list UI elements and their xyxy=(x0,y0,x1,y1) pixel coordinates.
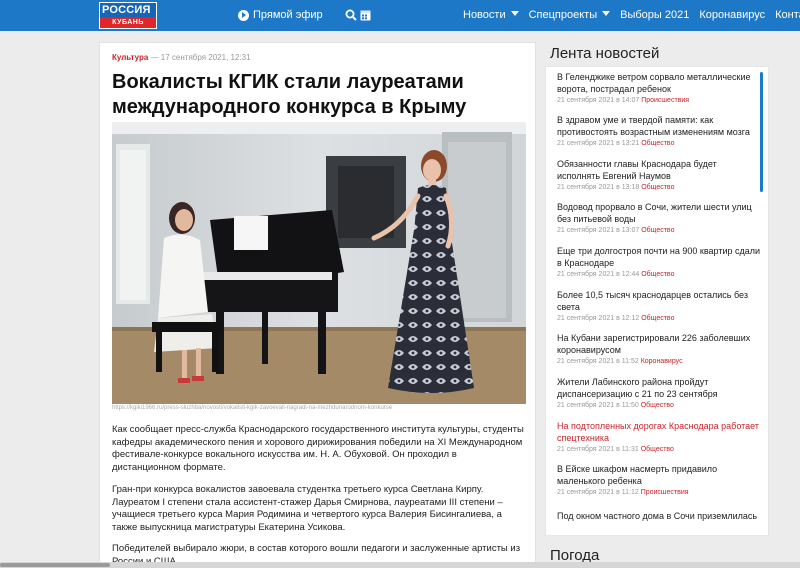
news-feed: В Геленджике ветром сорвало металлически… xyxy=(545,66,769,536)
news-item-meta: 21 сентября 2021 в 14:07 Происшествия xyxy=(557,97,762,104)
news-item[interactable]: Под окном частного дома в Сочи приземлил… xyxy=(557,511,762,523)
news-item-time: 21 сентября 2021 в 14:07 xyxy=(557,96,640,104)
news-item[interactable]: На Кубани зарегистрировали 226 заболевши… xyxy=(557,333,762,365)
article-title: Вокалисты КГИК стали лауреатами междунар… xyxy=(112,71,467,118)
news-item-title: В здравом уме и твердой памяти: как прот… xyxy=(557,115,750,137)
news-item-meta: 21 сентября 2021 в 11:31 Общество xyxy=(557,446,762,453)
news-item-title: Еще три долгостроя почти на 900 квартир … xyxy=(557,246,761,268)
news-item-category[interactable]: Общество xyxy=(641,315,674,322)
news-item[interactable]: Более 10,5 тысяч краснодарцев остались б… xyxy=(557,290,762,322)
news-item[interactable]: Еще три долгостроя почти на 900 квартир … xyxy=(557,246,762,278)
news-item-title: В Ейске шкафом насмерть придавило малень… xyxy=(557,464,718,486)
news-item-category[interactable]: Происшествия xyxy=(641,97,689,104)
news-item[interactable]: Обязанности главы Краснодара будет испол… xyxy=(557,159,762,191)
news-item-category[interactable]: Происшествия xyxy=(641,489,689,496)
nav-item-news[interactable]: Новости xyxy=(463,8,519,22)
news-item-time: 21 сентября 2021 в 11:52 xyxy=(557,357,639,365)
image-credit[interactable]: https://kgiki1966.ru/press-sluzhba/novos… xyxy=(112,405,392,411)
news-item-category[interactable]: Коронавирус xyxy=(641,358,683,365)
nav-item-coronavirus[interactable]: Коронавирус xyxy=(699,8,765,22)
news-item-meta: 21 сентября 2021 в 11:50 Общество xyxy=(557,402,762,409)
news-item-category[interactable]: Общество xyxy=(641,402,674,409)
news-item[interactable]: В Геленджике ветром сорвало металлически… xyxy=(557,72,762,104)
nav-item-specprojects-label: Спецпроекты xyxy=(528,9,598,21)
chevron-down-icon xyxy=(510,11,519,16)
news-item-meta: 21 сентября 2021 в 12:44 Общество xyxy=(557,271,762,278)
news-feed-title: Лента новостей xyxy=(550,45,660,62)
site-logo[interactable]: РОССИЯ КУБАНЬ xyxy=(99,2,157,29)
news-item[interactable]: На подтопленных дорогах Краснодара работ… xyxy=(557,421,762,453)
chevron-down-icon xyxy=(602,11,611,16)
concert-photo-illustration xyxy=(112,122,526,404)
logo-text-bottom: КУБАНЬ xyxy=(100,17,156,28)
news-item-time: 21 сентября 2021 в 12:12 xyxy=(557,314,640,322)
nav-item-elections[interactable]: Выборы 2021 xyxy=(620,8,689,22)
news-item-category[interactable]: Общество xyxy=(641,184,674,191)
news-item-time: 21 сентября 2021 в 11:31 xyxy=(557,445,639,453)
news-item-title: В Геленджике ветром сорвало металлически… xyxy=(557,72,751,94)
news-item[interactable]: Водовод прорвало в Сочи, жители шести ул… xyxy=(557,202,762,234)
news-item-meta: 21 сентября 2021 в 11:12 Происшествия xyxy=(557,489,762,496)
news-item-title: Более 10,5 тысяч краснодарцев остались б… xyxy=(557,290,748,312)
article-photo xyxy=(112,122,526,404)
logo-text-top: РОССИЯ xyxy=(100,3,156,17)
news-item-meta: 21 сентября 2021 в 13:21 Общество xyxy=(557,140,762,147)
news-item-meta: 21 сентября 2021 в 12:12 Общество xyxy=(557,315,762,322)
news-item-category[interactable]: Общество xyxy=(641,271,674,278)
play-icon xyxy=(238,9,249,21)
news-item[interactable]: В Ейске шкафом насмерть придавило малень… xyxy=(557,464,762,496)
news-item-title: Водовод прорвало в Сочи, жители шести ул… xyxy=(557,202,752,224)
scrollbar-thumb[interactable] xyxy=(0,563,110,567)
news-item-category[interactable]: Общество xyxy=(641,446,674,453)
news-item[interactable]: В здравом уме и твердой памяти: как прот… xyxy=(557,115,762,147)
search-icon[interactable] xyxy=(345,9,357,21)
news-item-meta: 21 сентября 2021 в 13:07 Общество xyxy=(557,227,762,234)
news-item-time: 21 сентября 2021 в 13:07 xyxy=(557,226,640,234)
news-item-time: 21 сентября 2021 в 12:44 xyxy=(557,270,640,278)
news-item-meta: 21 сентября 2021 в 11:52 Коронавирус xyxy=(557,358,762,365)
news-item-title: Под окном частного дома в Сочи приземлил… xyxy=(557,511,758,521)
news-item-title: Обязанности главы Краснодара будет испол… xyxy=(557,159,717,181)
main-nav: Новости Спецпроекты Выборы 2021 Коронави… xyxy=(463,8,800,22)
nav-item-specprojects[interactable]: Спецпроекты xyxy=(529,8,611,22)
article-category[interactable]: Культура xyxy=(112,53,148,62)
news-item-category[interactable]: Общество xyxy=(641,227,674,234)
news-item-time: 21 сентября 2021 в 13:21 xyxy=(557,139,640,147)
article-meta: Культура — 17 сентября 2021, 12:31 xyxy=(112,53,251,62)
news-item-category[interactable]: Общество xyxy=(641,140,674,147)
news-item[interactable]: Жители Лабинского района пройдут диспанс… xyxy=(557,377,762,409)
news-item-meta: 21 сентября 2021 в 13:18 Общество xyxy=(557,184,762,191)
news-item-title: На подтопленных дорогах Краснодара работ… xyxy=(557,421,759,443)
news-item-title: Жители Лабинского района пройдут диспанс… xyxy=(557,377,718,399)
article-paragraph: Как сообщает пресс-служба Краснодарского… xyxy=(112,424,524,473)
news-item-time: 21 сентября 2021 в 11:50 xyxy=(557,401,639,409)
live-stream-label: Прямой эфир xyxy=(253,9,323,21)
article-date: — 17 сентября 2021, 12:31 xyxy=(150,53,251,62)
top-navigation-bar: РОССИЯ КУБАНЬ Прямой эфир Новости Спецпр… xyxy=(0,0,800,31)
nav-item-contacts[interactable]: Контакты xyxy=(775,8,800,22)
news-item-title: На Кубани зарегистрировали 226 заболевши… xyxy=(557,333,751,355)
article-paragraph: Гран-при конкурса вокалистов завоевала с… xyxy=(112,484,503,533)
news-item-time: 21 сентября 2021 в 13:18 xyxy=(557,183,640,191)
live-stream-link[interactable]: Прямой эфир xyxy=(238,8,323,22)
article-card: Культура — 17 сентября 2021, 12:31 Вокал… xyxy=(99,42,536,568)
news-item-time: 21 сентября 2021 в 11:12 xyxy=(557,488,639,496)
nav-item-news-label: Новости xyxy=(463,9,506,21)
calendar-icon[interactable] xyxy=(360,9,371,21)
horizontal-scrollbar[interactable] xyxy=(0,562,800,568)
